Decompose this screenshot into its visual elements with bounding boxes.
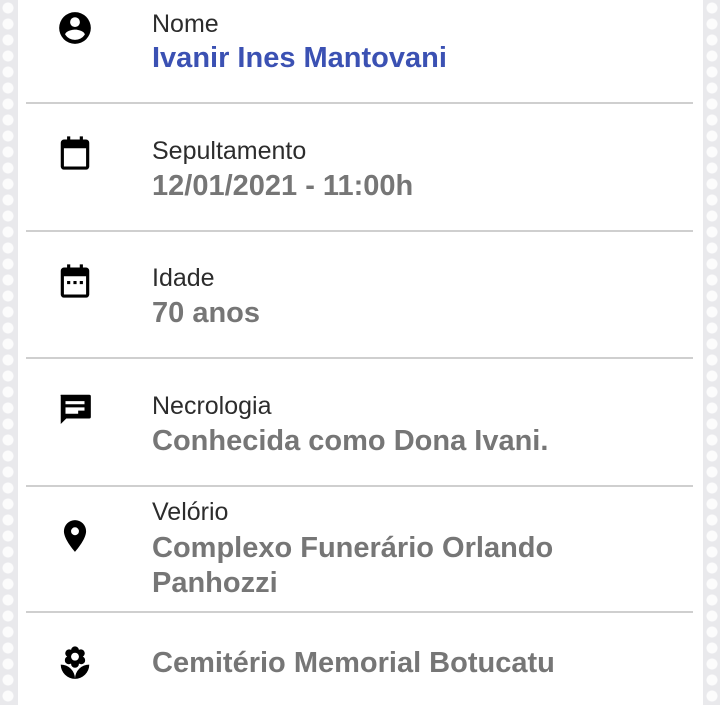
account-circle-icon: [56, 9, 94, 47]
divider: [26, 102, 693, 104]
divider: [26, 611, 693, 613]
divider: [26, 485, 693, 487]
message-icon: [56, 390, 94, 428]
divider: [26, 230, 693, 232]
details-card: Nome Ivanir Ines Mantovani Sepultamento …: [18, 0, 703, 705]
flower-icon: [56, 644, 94, 682]
calendar-dots-icon: [56, 262, 94, 300]
wake-value: Complexo Funerário Orlando Panhozzi: [152, 532, 554, 599]
divider: [26, 357, 693, 359]
burial-label: Sepultamento: [152, 137, 307, 165]
age-label: Idade: [152, 264, 215, 292]
wake-label: Velório: [152, 498, 229, 526]
burial-value: 12/01/2021 - 11:00h: [152, 170, 414, 202]
age-value: 70 anos: [152, 297, 260, 329]
obituary-value: Conhecida como Dona Ivani.: [152, 425, 549, 457]
name-value: Ivanir Ines Mantovani: [152, 42, 447, 74]
calendar-icon: [56, 134, 94, 172]
name-label: Nome: [152, 10, 219, 38]
cemetery-value: Cemitério Memorial Botucatu: [152, 647, 555, 679]
obituary-label: Necrologia: [152, 392, 272, 420]
map-pin-icon: [56, 517, 94, 555]
